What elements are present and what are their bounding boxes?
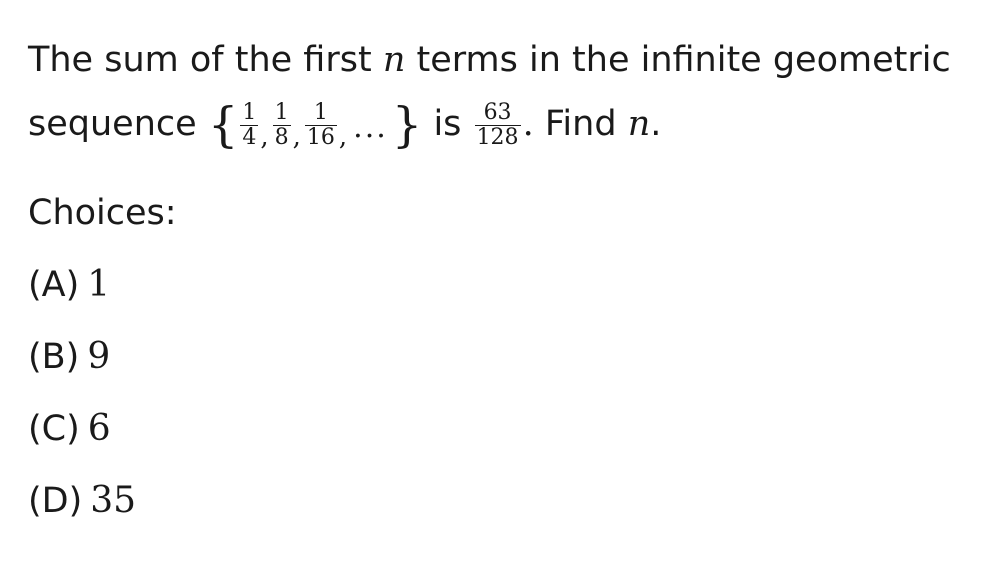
numerator: 63 xyxy=(474,100,521,126)
choice-label: (B) xyxy=(28,337,80,377)
question-document: The sum of the first n terms in the infi… xyxy=(28,28,978,533)
question-line-2: sequence {1 4, 1 8, 1 16,...} is 63 128. Find … xyxy=(28,92,978,169)
period: . xyxy=(650,104,662,144)
comma: , xyxy=(292,122,301,152)
question-text: The sum of the first xyxy=(28,40,372,80)
choice-a: (A) 1 xyxy=(28,253,978,317)
question-text: sequence xyxy=(28,104,197,144)
choice-value: 6 xyxy=(87,408,111,449)
denominator: 8 xyxy=(274,124,289,150)
comma: , xyxy=(260,122,269,152)
choice-label: (D) xyxy=(28,481,83,521)
choice-value: 9 xyxy=(87,336,111,377)
choice-d: (D) 35 xyxy=(28,469,978,533)
choice-label: (A) xyxy=(28,265,80,305)
variable-n: n xyxy=(627,104,651,144)
choice-value: 35 xyxy=(90,480,137,521)
open-brace: { xyxy=(207,97,239,153)
question-text: is xyxy=(433,104,462,144)
denominator: 16 xyxy=(306,124,335,150)
choices-heading: Choices: xyxy=(28,193,177,233)
variable-n: n xyxy=(382,40,406,80)
fraction-term-1: 14 xyxy=(240,99,259,150)
choice-value: 1 xyxy=(87,264,111,305)
comma: , xyxy=(338,122,348,152)
numerator: 1 xyxy=(304,100,337,126)
numerator: 1 xyxy=(240,99,259,126)
fraction-term-2: 18 xyxy=(272,99,291,150)
choice-c: (C) 6 xyxy=(28,397,978,461)
question-line-1: The sum of the first n terms in the infi… xyxy=(28,28,978,92)
numerator: 1 xyxy=(272,99,291,126)
denominator: 4 xyxy=(242,124,257,150)
denominator: 128 xyxy=(476,124,519,150)
question-text: terms in the infinite geometric xyxy=(416,40,951,80)
choice-b: (B) 9 xyxy=(28,325,978,389)
choice-label: (C) xyxy=(28,409,80,449)
fraction-term-3: 1 16 xyxy=(304,100,337,150)
ellipsis: ... xyxy=(353,110,388,145)
close-brace: } xyxy=(391,97,423,153)
sum-fraction: 63 128 xyxy=(474,100,521,150)
question-text: Find xyxy=(544,104,617,144)
period: . xyxy=(522,104,534,144)
